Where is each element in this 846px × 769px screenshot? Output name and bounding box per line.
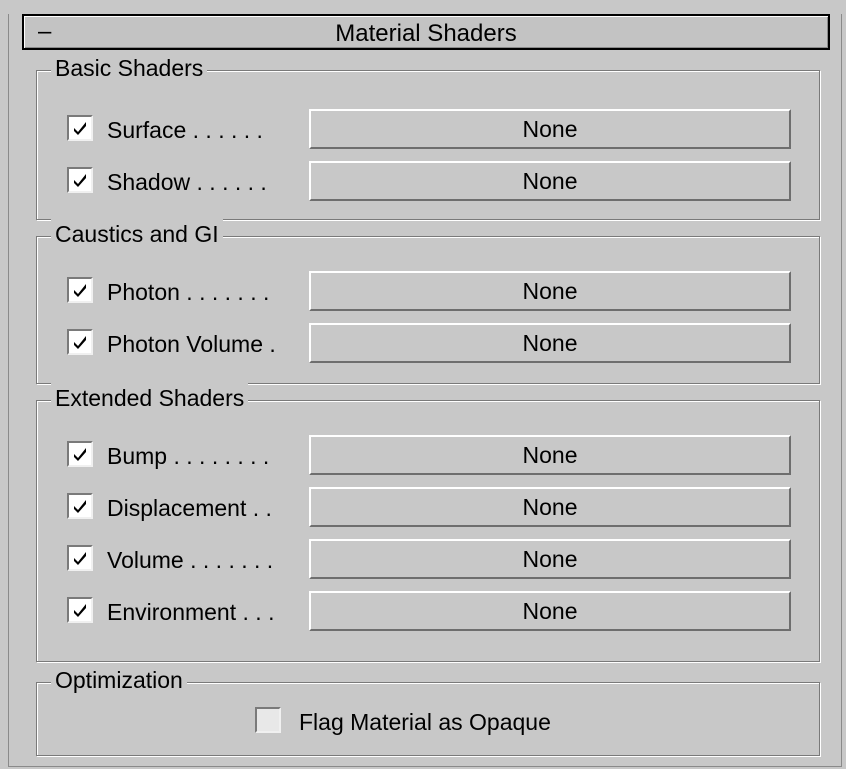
shader-row-surface: Surface . . . . . . None [37, 107, 819, 151]
group-label-caustics-gi: Caustics and GI [51, 219, 223, 249]
displacement-map-button[interactable]: None [309, 487, 791, 527]
photon-map-button[interactable]: None [309, 271, 791, 311]
shader-row-photon: Photon . . . . . . . None [37, 269, 819, 313]
photon-volume-checkbox[interactable] [67, 329, 93, 355]
displacement-label: Displacement . . [107, 495, 272, 521]
volume-label: Volume . . . . . . . [107, 547, 274, 573]
photon-volume-map-button[interactable]: None [309, 323, 791, 363]
group-label-extended-shaders: Extended Shaders [51, 383, 249, 413]
group-label-basic-shaders: Basic Shaders [51, 53, 208, 83]
environment-map-button[interactable]: None [309, 591, 791, 631]
checkmark-icon [74, 122, 86, 135]
bump-map-button[interactable]: None [309, 435, 791, 475]
photon-volume-label: Photon Volume . [107, 331, 276, 357]
checkmark-icon [74, 604, 86, 617]
checkmark-icon [74, 284, 86, 297]
surface-checkbox[interactable] [67, 115, 93, 141]
rollout-header-material-shaders[interactable]: – Material Shaders [22, 14, 830, 50]
shader-row-bump: Bump . . . . . . . . None [37, 433, 819, 477]
shader-row-environment: Environment . . . None [37, 589, 819, 633]
environment-checkbox[interactable] [67, 597, 93, 623]
shadow-checkbox[interactable] [67, 167, 93, 193]
shader-row-photon-volume: Photon Volume . None [37, 321, 819, 365]
group-extended-shaders: Extended Shaders Bump . . . . . . . . No… [36, 383, 820, 662]
checkmark-icon [74, 500, 86, 513]
group-basic-shaders: Basic Shaders Surface . . . . . . None S… [36, 53, 820, 220]
shadow-map-button[interactable]: None [309, 161, 791, 201]
volume-checkbox[interactable] [67, 545, 93, 571]
bump-label: Bump . . . . . . . . [107, 443, 270, 469]
shader-row-shadow: Shadow . . . . . . None [37, 159, 819, 203]
flag-opaque-checkbox[interactable] [255, 707, 281, 733]
shader-row-displacement: Displacement . . None [37, 485, 819, 529]
volume-map-button[interactable]: None [309, 539, 791, 579]
checkmark-icon [74, 552, 86, 565]
checkmark-icon [74, 448, 86, 461]
displacement-checkbox[interactable] [67, 493, 93, 519]
photon-checkbox[interactable] [67, 277, 93, 303]
checkmark-icon [74, 174, 86, 187]
environment-label: Environment . . . [107, 599, 275, 625]
surface-label: Surface . . . . . . [107, 117, 263, 143]
shadow-label: Shadow . . . . . . [107, 169, 267, 195]
checkmark-icon [74, 336, 86, 349]
flag-opaque-label: Flag Material as Opaque [299, 709, 551, 735]
photon-label: Photon . . . . . . . [107, 279, 270, 305]
bump-checkbox[interactable] [67, 441, 93, 467]
group-label-optimization: Optimization [51, 665, 187, 695]
surface-map-button[interactable]: None [309, 109, 791, 149]
group-caustics-gi: Caustics and GI Photon . . . . . . . Non… [36, 219, 820, 384]
group-optimization: Optimization Flag Material as Opaque [36, 665, 820, 756]
opaque-row: Flag Material as Opaque [37, 703, 819, 743]
rollout-title: Material Shaders [335, 20, 517, 47]
shader-row-volume: Volume . . . . . . . None [37, 537, 819, 581]
